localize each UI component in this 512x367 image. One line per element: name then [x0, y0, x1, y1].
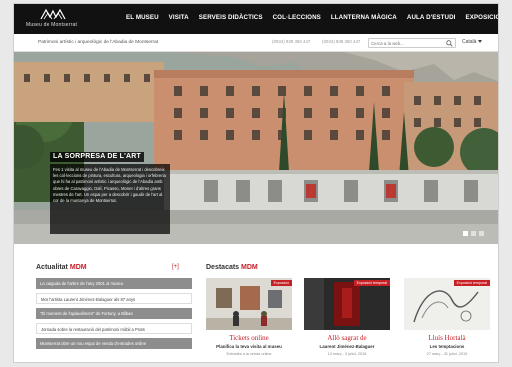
- news-item[interactable]: Mor l'artista Laurent Jiménez-Balaguer a…: [36, 293, 192, 304]
- nav-item-col-leccions[interactable]: COL·LECCIONS: [273, 14, 321, 26]
- news-item[interactable]: La caiguda de l'arbre de l'any 2001 al m…: [36, 278, 192, 289]
- museum-logo[interactable]: Museu de Montserrat: [26, 8, 86, 30]
- featured-title-highlight: MDM: [241, 264, 258, 271]
- news-section-title: Actualitat MDM: [36, 264, 87, 271]
- language-label: Català: [462, 39, 477, 45]
- card-title[interactable]: Allò sagrat de: [304, 334, 390, 342]
- news-title-prefix: Actualitat: [36, 264, 68, 271]
- featured-card-hortala[interactable]: Exposició temporal Lluís Hortalà Les tem…: [404, 278, 490, 360]
- browser-page: Museu de Montserrat EL MUSEU VISITA SERVEI…: [13, 3, 499, 363]
- mountain-logo-icon: [40, 8, 66, 20]
- card-title[interactable]: Tickets online: [206, 334, 292, 342]
- search-icon[interactable]: [446, 40, 453, 47]
- slider-dot[interactable]: [479, 231, 484, 236]
- featured-section-title: Destacats MDM: [206, 264, 258, 271]
- news-title-highlight: MDM: [69, 264, 87, 271]
- card-tag: Exposició: [270, 280, 292, 286]
- nav-item-visita[interactable]: VISITA: [169, 14, 189, 26]
- news-item[interactable]: "El moment de l'aplaudiment" de Fortuny,…: [36, 308, 192, 319]
- card-tag: Exposició temporal: [453, 280, 490, 286]
- nav-item-serveis-did-ctics[interactable]: SERVEIS DIDÀCTICS: [199, 14, 263, 26]
- featured-card-tickets[interactable]: Exposició Tickets online Planifica la te…: [206, 278, 292, 360]
- phone-number-1: (0034) 938 350 447: [272, 39, 311, 44]
- phone-number-2: (0034) 938 350 447: [322, 39, 361, 44]
- card-title[interactable]: Lluís Hortalà: [404, 334, 490, 342]
- news-item[interactable]: Montserrat obre un nou espai de venda d'…: [36, 338, 192, 349]
- slider-dot[interactable]: [463, 231, 468, 236]
- card-subtitle: Les temptacions: [429, 344, 465, 349]
- main-menu: EL MUSEU VISITA SERVEIS DIDÀCTICS COL·LECCI…: [126, 14, 499, 26]
- slider-dot[interactable]: [471, 231, 476, 236]
- hero-slider[interactable]: LA SORPRESA DE L'ART Fes 1 visita al mus…: [14, 52, 498, 244]
- featured-title-prefix: Destacats: [206, 264, 240, 271]
- card-date: 27 març - 31 juliol, 2015: [426, 352, 468, 356]
- nav-item-el-museu[interactable]: EL MUSEU: [126, 14, 159, 26]
- language-selector[interactable]: Català: [462, 39, 483, 45]
- nav-item-exposicions[interactable]: EXPOSICIONS: [466, 14, 499, 26]
- card-subtitle: Laurent Jiménez-Balaguer: [319, 344, 375, 349]
- card-date: Entrades a la venda online: [226, 352, 272, 356]
- news-item[interactable]: Jornada sobre la restauració del patrimo…: [36, 323, 192, 334]
- top-navigation: Museu de Montserrat EL MUSEU VISITA SERVEI…: [14, 4, 499, 34]
- nav-item-aula-d-estudi[interactable]: AULA D'ESTUDI: [407, 14, 456, 26]
- card-date: 13 març - 3 juliol, 2015: [327, 352, 367, 356]
- nav-item-llanterna-m-gica[interactable]: LLANTERNA MÀGICA: [331, 14, 397, 26]
- logo-text: Museu de Montserrat: [26, 22, 78, 28]
- sub-header: Patrimoni artístic i arqueològic de l'Ab…: [14, 34, 498, 52]
- search-input[interactable]: [371, 40, 441, 47]
- slider-pagination: [463, 231, 484, 236]
- card-tag: Exposició temporal: [353, 280, 390, 286]
- featured-card-sacred[interactable]: Exposició temporal Allò sagrat de Lauren…: [304, 278, 390, 360]
- card-subtitle: Planifica la teva visita al museu: [216, 344, 282, 349]
- search-box[interactable]: [368, 38, 456, 48]
- chevron-down-icon: [478, 40, 483, 44]
- hero-title: LA SORPRESA DE L'ART: [50, 152, 144, 162]
- tagline: Patrimoni artístic i arqueològic de l'Ab…: [38, 40, 159, 45]
- hero-description: Fes 1 visita al museu de l'Abadia de Mon…: [50, 164, 170, 234]
- content-area: Actualitat MDM [+] La caiguda de l'arbre…: [14, 244, 498, 362]
- news-more-link[interactable]: [+]: [172, 264, 179, 270]
- news-list: La caiguda de l'arbre de l'any 2001 al m…: [36, 278, 192, 353]
- hero-caption: LA SORPRESA DE L'ART Fes 1 visita al mus…: [50, 152, 190, 244]
